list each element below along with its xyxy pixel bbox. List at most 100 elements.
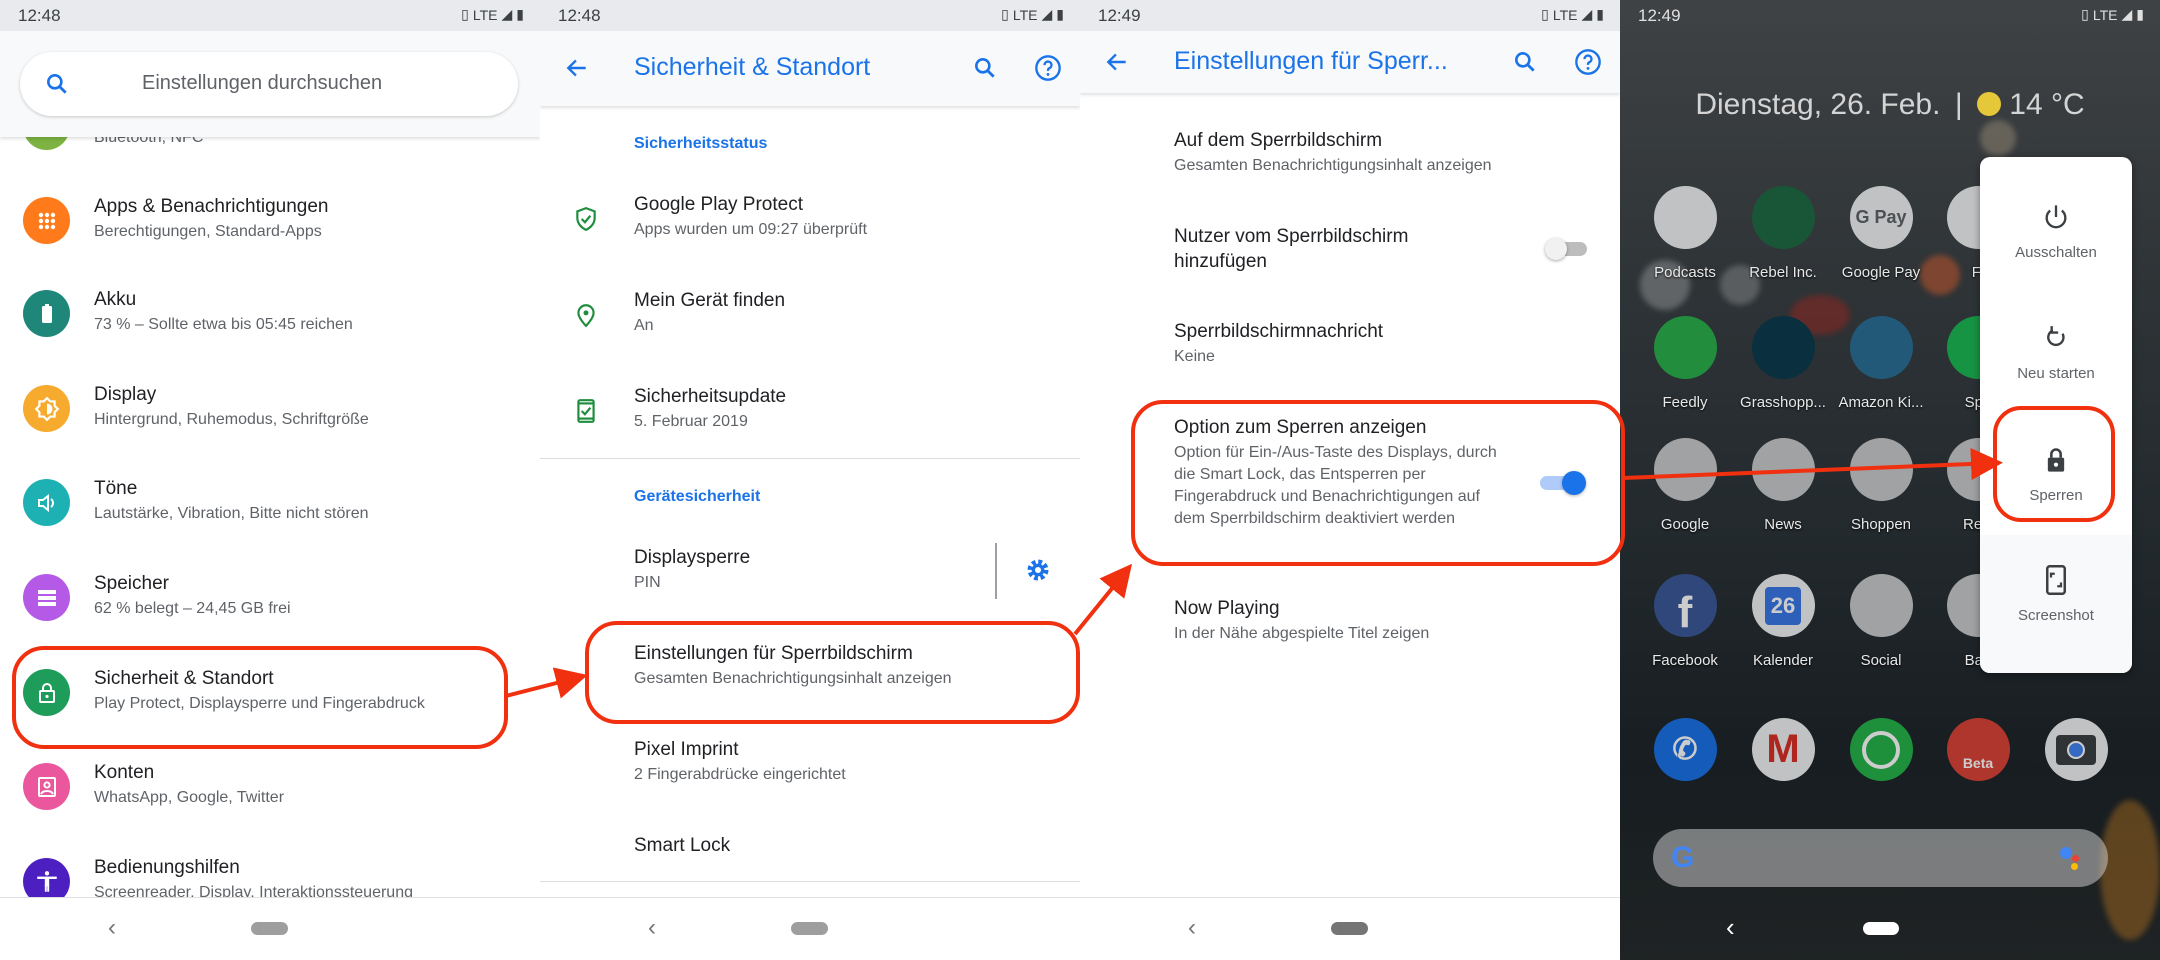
dock-app-chrome-beta[interactable]: Beta: [1928, 718, 2028, 781]
item-title: Auf dem Sperrbildschirm: [1174, 130, 1383, 151]
dock-app-phone[interactable]: ✆: [1635, 718, 1735, 781]
app-label: Podcasts: [1654, 264, 1716, 281]
settings-item-akku[interactable]: Akku 73 % – Sollte etwa bis 05:45 reichen: [0, 288, 540, 340]
item-subtitle: In der Nähe abgespielte Titel zeigen: [1174, 625, 1430, 642]
lock-screen-settings-screen: 12:49 ▯ LTE ◢ ▮ Einstellungen für Sperr... …: [1080, 0, 1620, 960]
back-nav-icon[interactable]: ‹: [108, 914, 116, 942]
app-icon-kalender[interactable]: 26 Kalender: [1733, 574, 1833, 669]
settings-item-display[interactable]: Display Hintergrund, Ruhemodus, Schriftgr…: [0, 383, 540, 435]
assistant-icon[interactable]: [2060, 847, 2082, 870]
back-arrow-icon[interactable]: [557, 48, 597, 88]
at-a-glance-widget[interactable]: Dienstag, 26. Feb. | 14 °C: [1620, 88, 2160, 122]
gear-icon[interactable]: [1024, 556, 1052, 589]
signal-icon: ◢: [2121, 6, 2133, 22]
apps-grid-icon: [23, 197, 70, 244]
back-nav-icon[interactable]: ‹: [1188, 914, 1196, 942]
item-title: Sicherheitsupdate: [634, 386, 787, 407]
app-icon-image: [1849, 438, 1913, 501]
item-subtitle: Apps wurden um 09:27 überprüft: [634, 221, 868, 238]
phone-glyph: ✆: [1672, 733, 1698, 766]
app-label: Feedly: [1662, 394, 1708, 411]
app-icon-podcasts[interactable]: Podcasts: [1635, 186, 1735, 281]
settings-item-displaysperre[interactable]: Displaysperre PIN: [540, 543, 1080, 599]
toggle-switch-on[interactable]: [1540, 471, 1586, 495]
app-icon-social[interactable]: Social: [1831, 574, 1931, 669]
home-button[interactable]: [1863, 922, 1899, 935]
item-title: Akku: [94, 289, 137, 310]
app-icon-feedly[interactable]: Feedly: [1635, 316, 1735, 411]
app-icon-shoppen[interactable]: Shoppen: [1831, 438, 1931, 533]
item-subtitle: 5. Februar 2019: [634, 413, 748, 430]
item-title: Mein Gerät finden: [634, 290, 786, 311]
settings-item-pixel-imprint[interactable]: Pixel Imprint 2 Fingerabdrücke eingericht…: [540, 738, 1080, 790]
settings-item-t-ne[interactable]: Töne Lautstärke, Vibration, Bitte nicht s…: [0, 477, 540, 529]
phone-icon: ✆: [1653, 718, 1717, 781]
page-title: Sicherheit & Standort: [634, 53, 871, 81]
search-placeholder: Einstellungen durchsuchen: [142, 72, 383, 94]
item-title: Display: [94, 384, 157, 405]
back-nav-icon[interactable]: ‹: [648, 914, 656, 942]
app-icon-news[interactable]: News: [1733, 438, 1833, 533]
settings-item-smart-lock[interactable]: Smart Lock: [540, 834, 1080, 886]
power-menu: Ausschalten Neu starten Sperren Screenshot: [1980, 157, 2132, 673]
power-menu-sperren[interactable]: Sperren: [1980, 445, 2132, 504]
search-icon[interactable]: [965, 48, 1005, 88]
settings-item-einstellungen-f-r-sperrbildschirm[interactable]: Einstellungen für Sperrbildschirm Gesamte…: [540, 642, 1080, 694]
item-subtitle: Hintergrund, Ruhemodus, Schriftgröße: [94, 411, 369, 428]
app-icon-rebel-inc[interactable]: Rebel Inc.: [1733, 186, 1833, 281]
dock-app-whatsapp[interactable]: [1831, 718, 1931, 781]
settings-item-speicher[interactable]: Speicher 62 % belegt – 24,45 GB frei: [0, 572, 540, 624]
power-menu-label: Neu starten: [2017, 365, 2095, 382]
power-menu-neu-starten[interactable]: Neu starten: [1980, 323, 2132, 382]
back-nav-icon[interactable]: ‹: [1726, 912, 1735, 943]
settings-item-sicherheit-standort[interactable]: Sicherheit & Standort Play Protect, Displ…: [0, 667, 540, 719]
app-icon-facebook[interactable]: f Facebook: [1635, 574, 1735, 669]
chrome-beta-icon: Beta: [1946, 718, 2010, 781]
dock-app-gmail[interactable]: M: [1733, 718, 1833, 781]
gmail-icon: M: [1751, 718, 1815, 781]
item-subtitle: PIN: [634, 574, 661, 591]
dock-app-camera[interactable]: [2026, 718, 2126, 781]
page-title: Einstellungen für Sperr...: [1174, 47, 1448, 75]
toggle-switch-off[interactable]: [1545, 238, 1589, 260]
google-search-bar[interactable]: G: [1653, 829, 2108, 887]
settings-item-mein-ger-t-finden[interactable]: Mein Gerät finden An: [540, 289, 1080, 341]
navigation-bar: ‹: [0, 897, 540, 960]
status-icons: ▯ LTE ◢ ▮: [2081, 6, 2144, 23]
power-menu-ausschalten[interactable]: Ausschalten: [1980, 202, 2132, 261]
settings-item-sicherheitsupdate[interactable]: Sicherheitsupdate 5. Februar 2019: [540, 385, 1080, 437]
whatsapp-glyph: [1862, 730, 1900, 769]
lock-icon: [23, 669, 70, 716]
item-title: Now Playing: [1174, 598, 1280, 619]
settings-item-google-play-protect[interactable]: Google Play Protect Apps wurden um 09:27 …: [540, 193, 1080, 245]
search-input[interactable]: Einstellungen durchsuchen: [20, 52, 518, 116]
app-icon-google-pay[interactable]: G Pay Google Pay: [1831, 186, 1931, 281]
network-type: LTE: [1012, 6, 1038, 23]
search-icon[interactable]: [1505, 42, 1545, 82]
app-icon-google[interactable]: Google: [1635, 438, 1735, 533]
help-icon[interactable]: [1028, 48, 1068, 88]
status-bar: 12:49 ▯ LTE ◢ ▮: [1080, 0, 1620, 31]
item-subtitle: Gesamten Benachrichtigungsinhalt anzeige…: [634, 670, 952, 687]
home-button[interactable]: [791, 922, 828, 935]
item-title: Konten: [94, 762, 155, 783]
settings-item-apps-benachrichtigungen[interactable]: Apps & Benachrichtigungen Berechtigungen,…: [0, 195, 540, 247]
app-bar: Einstellungen für Sperr...: [1080, 31, 1620, 93]
app-label: News: [1764, 516, 1802, 533]
home-button[interactable]: [251, 922, 288, 935]
app-icon-amazon-ki[interactable]: Amazon Ki...: [1831, 316, 1931, 411]
home-button[interactable]: [1331, 922, 1368, 935]
section-header: Sicherheitsstatus: [634, 135, 768, 152]
settings-item-konten[interactable]: Konten WhatsApp, Google, Twitter: [0, 761, 540, 813]
back-arrow-icon[interactable]: [1097, 42, 1137, 82]
app-bar: Sicherheit & Standort: [540, 31, 1080, 106]
item-subtitle: Option für Ein-/Aus-Taste des Displays, …: [1174, 444, 1497, 527]
help-icon[interactable]: [1568, 42, 1608, 82]
whatsapp-icon: [1849, 718, 1913, 781]
app-label: Rebel Inc.: [1749, 264, 1817, 281]
power-menu-screenshot[interactable]: Screenshot: [1980, 565, 2132, 624]
app-icon-grasshopp[interactable]: Grasshopp...: [1733, 316, 1833, 411]
app-label: Amazon Ki...: [1838, 394, 1924, 411]
app-label: Shoppen: [1850, 516, 1912, 533]
item-subtitle: Play Protect, Displaysperre und Fingerab…: [94, 695, 425, 712]
